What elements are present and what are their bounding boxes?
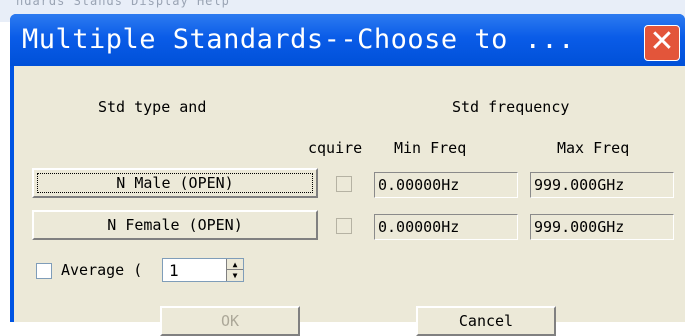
background-menu-text: ndards Stands Display Help (16, 0, 230, 8)
spin-up-icon[interactable]: ▲ (227, 259, 243, 270)
min-freq-field-n-male: 0.00000Hz (374, 172, 518, 198)
spin-down-icon[interactable]: ▼ (227, 270, 243, 281)
dialog-window: Multiple Standards--Choose to ... ✕ Std … (10, 14, 685, 336)
spin-buttons[interactable]: ▲ ▼ (226, 259, 243, 281)
max-freq-field-n-male: 999.000GHz (530, 172, 674, 198)
min-freq-header: Min Freq (394, 139, 467, 157)
standard-button-label: N Female (OPEN) (107, 216, 243, 234)
dialog-title: Multiple Standards--Choose to ... (22, 24, 575, 55)
max-freq-field-n-female: 999.000GHz (530, 214, 674, 240)
ok-button-label: OK (220, 312, 240, 330)
min-freq-field-n-female: 0.00000Hz (374, 214, 518, 240)
acquire-header: cquire (308, 139, 363, 157)
acquire-checkbox-n-male[interactable] (336, 176, 352, 192)
ok-button[interactable]: OK (160, 306, 300, 336)
standard-button-n-female-open[interactable]: N Female (OPEN) (32, 210, 318, 240)
standard-button-label: N Male (OPEN) (37, 173, 313, 193)
average-label: Average ( (61, 261, 143, 279)
std-frequency-header: Std frequency (452, 98, 570, 116)
cancel-button[interactable]: Cancel (416, 306, 556, 336)
cancel-button-label: Cancel (458, 312, 514, 330)
title-bar[interactable]: Multiple Standards--Choose to ... ✕ (10, 14, 685, 66)
standard-button-n-male-open[interactable]: N Male (OPEN) (32, 168, 318, 198)
dialog-body: Std type and Std frequency cquire Min Fr… (14, 66, 685, 336)
close-icon[interactable]: ✕ (644, 25, 680, 61)
average-count-value: 1 (169, 261, 179, 280)
average-count-stepper[interactable]: 1 ▲ ▼ (162, 258, 244, 282)
average-checkbox[interactable] (36, 263, 52, 279)
std-type-header: Std type and (98, 98, 207, 116)
max-freq-header: Max Freq (557, 139, 630, 157)
acquire-checkbox-n-female[interactable] (336, 218, 352, 234)
